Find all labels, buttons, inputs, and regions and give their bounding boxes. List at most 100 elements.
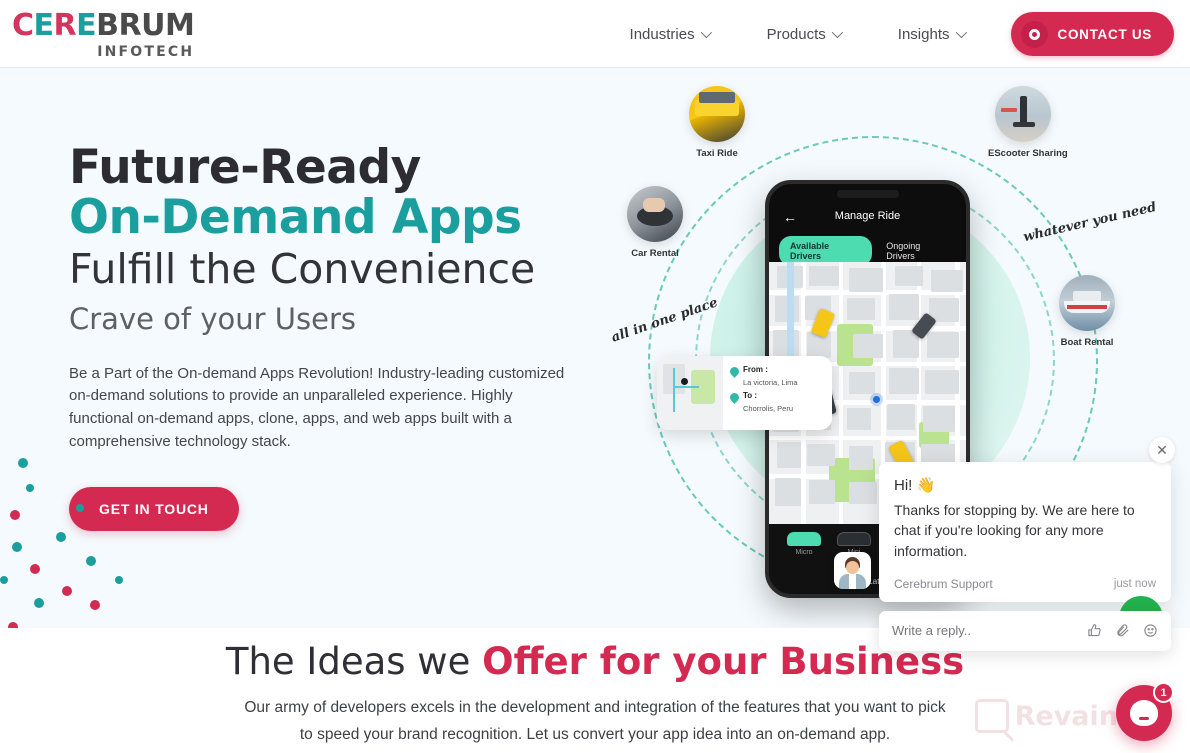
chat-bubble-icon — [1130, 700, 1158, 726]
chat-reply-bar[interactable]: Write a reply.. — [879, 610, 1171, 651]
hero-paragraph: Be a Part of the On-demand Apps Revoluti… — [69, 364, 565, 451]
logo-letters-brum: BRUM — [96, 8, 195, 43]
map-block — [927, 332, 959, 358]
logo-letter-c: C — [12, 8, 34, 43]
map-block — [807, 444, 835, 466]
brand-logo[interactable]: CEREBRUM INFOTECH — [12, 8, 195, 61]
location-pin-icon — [728, 365, 741, 378]
chat-message-card: Hi! 👋 Thanks for stopping by. We are her… — [879, 462, 1171, 602]
chat-reply-input[interactable]: Write a reply.. — [892, 623, 1087, 638]
route-map-thumbnail — [657, 356, 723, 430]
chat-message-text: Thanks for stopping by. We are here to c… — [894, 502, 1135, 559]
logo-letter-r: R — [53, 8, 77, 43]
service-escooter-sharing[interactable]: EScooter Sharing — [988, 86, 1068, 159]
hero-title-line4: Crave of your Users — [69, 302, 356, 336]
decorative-dot — [10, 510, 20, 520]
service-label-taxi: Taxi Ride — [696, 148, 738, 159]
map-block — [931, 270, 963, 292]
revain-watermark: Revain — [974, 699, 1118, 733]
chat-launcher-button[interactable]: 1 — [1116, 682, 1174, 741]
service-boat-rental[interactable]: Boat Rental — [1052, 275, 1122, 348]
route-from-label: From : — [743, 365, 768, 374]
support-agent-avatar — [834, 552, 871, 589]
map-block — [847, 298, 875, 320]
section-title-plain: The Ideas we — [225, 640, 483, 683]
page-root: CEREBRUM INFOTECH Industries Products In… — [0, 0, 1190, 753]
decorative-dot — [0, 576, 8, 584]
map-block — [925, 370, 959, 394]
chat-greeting: Hi! 👋 — [894, 477, 936, 494]
service-label-escooter: EScooter Sharing — [988, 148, 1068, 159]
chat-timestamp: just now — [1113, 577, 1156, 590]
decorative-dot — [76, 504, 84, 512]
nav-item-industries[interactable]: Industries — [601, 26, 738, 43]
micro-car-icon — [787, 532, 821, 546]
hero-title-line1: Future-Ready — [69, 140, 421, 195]
map-block — [889, 294, 919, 320]
route-from-row: From : — [728, 365, 826, 378]
unread-count-badge: 1 — [1153, 682, 1174, 703]
close-icon[interactable]: ✕ — [1149, 437, 1175, 463]
nav-label-products: Products — [766, 25, 826, 43]
nav-label-insights: Insights — [897, 25, 950, 43]
route-to-row: To : — [728, 391, 826, 405]
map-block — [853, 334, 883, 358]
logo-subtitle: INFOTECH — [97, 44, 195, 60]
chat-widget: ✕ Hi! 👋 Thanks for stopping by. We are h… — [834, 437, 1175, 651]
magnifier-icon — [974, 699, 1009, 733]
map-block — [849, 268, 883, 292]
thumbs-up-icon[interactable] — [1087, 623, 1102, 638]
vehicle-label-micro: Micro — [795, 549, 813, 556]
map-block — [923, 406, 955, 432]
logo-letter-e1: E — [33, 8, 55, 43]
route-map-card: From : La victoria, Lima To : Chorrolis,… — [657, 356, 832, 430]
logo-wordmark: CEREBRUM — [12, 8, 195, 43]
map-block — [887, 404, 915, 430]
contact-us-button[interactable]: CONTACT US — [1010, 12, 1174, 56]
map-block — [849, 446, 873, 470]
decorative-dots — [0, 458, 140, 628]
decorative-dot — [62, 586, 72, 596]
hero-title-line2: On-Demand Apps — [69, 189, 522, 245]
hero-copy: Future-Ready On-Demand Apps Fulfill the … — [69, 143, 599, 531]
service-label-boat: Boat Rental — [1060, 337, 1114, 348]
nav-item-insights[interactable]: Insights — [869, 26, 993, 43]
escooter-image — [995, 86, 1051, 142]
map-block — [775, 478, 801, 506]
decorative-dot — [18, 458, 28, 468]
route-from-value: La victoria, Lima — [743, 378, 798, 387]
decorative-dot — [90, 600, 100, 610]
service-label-car: Car Rental — [631, 248, 679, 259]
map-block — [895, 266, 923, 286]
decorative-dot — [56, 532, 66, 542]
decorative-dot — [86, 556, 96, 566]
map-block — [777, 442, 801, 468]
paperclip-icon[interactable] — [1115, 623, 1130, 638]
route-to-value: Chorrolis, Peru — [743, 404, 794, 414]
decorative-dot — [30, 564, 40, 574]
service-taxi-ride[interactable]: Taxi Ride — [682, 86, 752, 159]
chevron-down-icon — [831, 26, 843, 39]
emoji-icon[interactable] — [1143, 623, 1158, 638]
route-details: From : La victoria, Lima To : Chorrolis,… — [723, 356, 832, 430]
map-block — [849, 372, 875, 394]
map-block — [807, 332, 831, 358]
nav-label-industries: Industries — [629, 25, 695, 43]
car-rental-image — [627, 186, 683, 242]
chat-meta: Cerebrum Support just now — [894, 577, 1156, 591]
contact-us-label: CONTACT US — [1057, 26, 1152, 42]
phone-screen-title: Manage Ride — [834, 210, 901, 222]
map-block — [889, 368, 919, 394]
route-to-label: To : — [743, 391, 758, 401]
decorative-dot — [12, 542, 22, 552]
service-car-rental[interactable]: Car Rental — [620, 186, 690, 259]
mini-car-icon — [837, 532, 871, 546]
decorative-dot — [115, 576, 123, 584]
nav-item-products[interactable]: Products — [738, 26, 869, 43]
vehicle-option-micro[interactable]: Micro — [781, 532, 827, 556]
chat-sender-name: Cerebrum Support — [894, 576, 993, 591]
hero-title-line3: Fulfill the Convenience — [69, 244, 536, 293]
phone-notch — [836, 190, 899, 198]
watermark-text: Revain — [1014, 700, 1118, 732]
map-block — [849, 482, 877, 504]
